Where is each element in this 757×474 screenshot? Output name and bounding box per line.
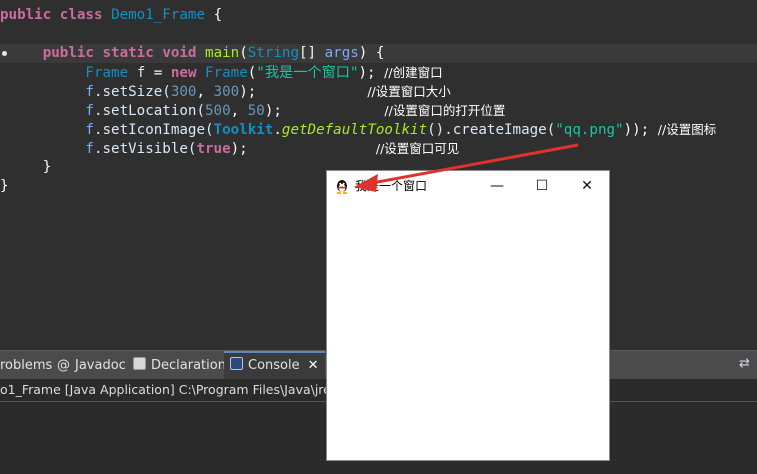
statement-end: ));: [623, 122, 658, 138]
comment: //设置窗口可见: [375, 141, 460, 156]
tab-javadoc[interactable]: @ Javadoc: [57, 351, 126, 379]
code-line-set-icon: f.setIconImage(Toolkit.getDefaultToolkit…: [0, 120, 757, 139]
paren-close: ) {: [358, 45, 385, 61]
maximize-button[interactable]: ☐: [519, 171, 565, 201]
keyword: static: [102, 45, 154, 61]
separator: ,: [196, 84, 214, 100]
comment: //创建窗口: [384, 65, 443, 80]
at-icon: @: [57, 358, 70, 373]
statement-end: );: [239, 84, 257, 100]
qq-penguin-icon: [336, 180, 348, 194]
string-literal: "我是一个窗口": [256, 65, 359, 81]
method-name: main: [205, 45, 240, 61]
number-literal: 50: [247, 103, 265, 119]
class-name: Toolkit: [213, 122, 274, 138]
minimize-button[interactable]: —: [474, 171, 520, 201]
code-line-set-visible: f.setVisible(true); //设置窗口可见: [0, 139, 757, 158]
swing-frame-window[interactable]: 我是一个窗口 — ☐ ✕: [326, 170, 610, 461]
type-name: String: [247, 45, 299, 61]
comment: //设置窗口大小: [367, 84, 451, 99]
method-call: .setSize(: [93, 84, 171, 100]
type-name: Frame: [85, 65, 129, 81]
separator: ,: [230, 103, 248, 119]
paren: (: [239, 45, 248, 61]
brace: }: [42, 159, 52, 175]
keyword: void: [162, 45, 197, 61]
static-method: getDefaultToolkit: [281, 122, 428, 138]
tab-declaration[interactable]: Declaration: [133, 351, 226, 379]
method-call: ().createImage(: [427, 122, 556, 138]
breakpoint-marker-icon[interactable]: [2, 51, 7, 56]
sync-icon[interactable]: ⇄: [739, 357, 753, 371]
tab-label: Console: [248, 358, 300, 373]
statement-end: );: [264, 103, 282, 119]
keyword: public: [0, 7, 52, 23]
window-titlebar[interactable]: 我是一个窗口 — ☐ ✕: [327, 171, 609, 201]
brace: }: [0, 178, 9, 194]
brace: {: [205, 7, 223, 23]
keyword: public: [42, 45, 94, 61]
code-line-set-location: f.setLocation(500, 50); //设置窗口的打开位置: [0, 101, 757, 120]
method-call: .setIconImage(: [93, 122, 214, 138]
tab-label: Declaration: [151, 358, 226, 373]
declaration-icon: [133, 357, 146, 370]
dot: .: [273, 122, 282, 138]
ctor-name: Frame: [205, 65, 248, 81]
var-name: f: [85, 122, 94, 138]
param-name: args: [324, 45, 359, 61]
tab-label: roblems: [0, 358, 53, 373]
comment: //设置图标: [657, 122, 717, 137]
string-literal: "qq.png": [555, 122, 624, 138]
console-launch-header: o1_Frame [Java Application] C:\Program F…: [0, 382, 351, 397]
class-name: Demo1_Frame: [111, 7, 206, 23]
close-icon[interactable]: ✕: [308, 358, 319, 373]
comment: //设置窗口的打开位置: [384, 103, 506, 118]
array-brackets: []: [299, 45, 325, 61]
number-literal: 500: [205, 103, 231, 119]
var-name: f: [85, 103, 94, 119]
tab-label: Javadoc: [75, 358, 126, 373]
console-icon: [230, 357, 243, 370]
tab-problems[interactable]: roblems: [0, 351, 52, 379]
keyword: class: [59, 7, 103, 23]
close-button[interactable]: ✕: [564, 171, 610, 201]
keyword: true: [196, 141, 231, 157]
code-line-set-size: f.setSize(300, 300); //设置窗口大小: [0, 82, 757, 101]
number-literal: 300: [170, 84, 197, 100]
keyword: new: [170, 65, 197, 81]
code-line-class-decl: public class Demo1_Frame {: [0, 6, 757, 25]
number-literal: 300: [213, 84, 240, 100]
statement-end: );: [358, 65, 376, 81]
paren: (: [247, 65, 257, 81]
operator: =: [145, 65, 171, 81]
method-call: .setLocation(: [93, 103, 206, 119]
var-name: f: [136, 65, 146, 81]
var-name: f: [85, 84, 94, 100]
var-name: f: [85, 141, 94, 157]
window-title: 我是一个窗口: [355, 179, 428, 193]
code-line-new-frame: Frame f = new Frame("我是一个窗口"); //创建窗口: [0, 63, 757, 82]
method-call: .setVisible(: [93, 141, 197, 157]
tab-console[interactable]: Console ✕: [224, 351, 325, 379]
code-line-main-decl: public static void main(String[] args) {: [0, 44, 757, 63]
statement-end: );: [230, 141, 248, 157]
